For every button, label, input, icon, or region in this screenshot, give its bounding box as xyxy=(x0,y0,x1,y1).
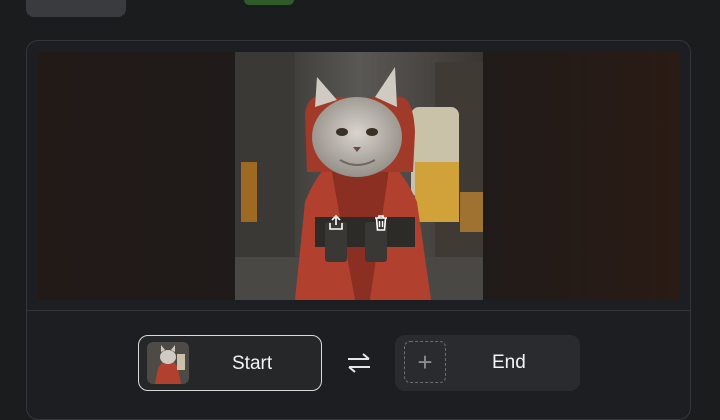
start-frame-slot[interactable]: Start xyxy=(138,335,322,391)
end-label: End xyxy=(492,352,526,373)
top-pill-button[interactable] xyxy=(26,0,126,17)
end-frame-slot[interactable]: + End xyxy=(395,335,580,391)
start-frame-thumbnail xyxy=(147,342,189,384)
panel-divider xyxy=(27,310,690,311)
top-bar xyxy=(0,0,720,30)
swap-icon[interactable] xyxy=(344,350,374,376)
top-green-indicator xyxy=(244,0,294,5)
share-icon[interactable] xyxy=(325,212,347,234)
add-end-frame-button[interactable]: + xyxy=(404,341,446,383)
start-label: Start xyxy=(232,353,273,374)
generated-image[interactable] xyxy=(235,52,483,300)
trash-icon[interactable] xyxy=(370,212,392,234)
plus-icon: + xyxy=(417,347,433,377)
